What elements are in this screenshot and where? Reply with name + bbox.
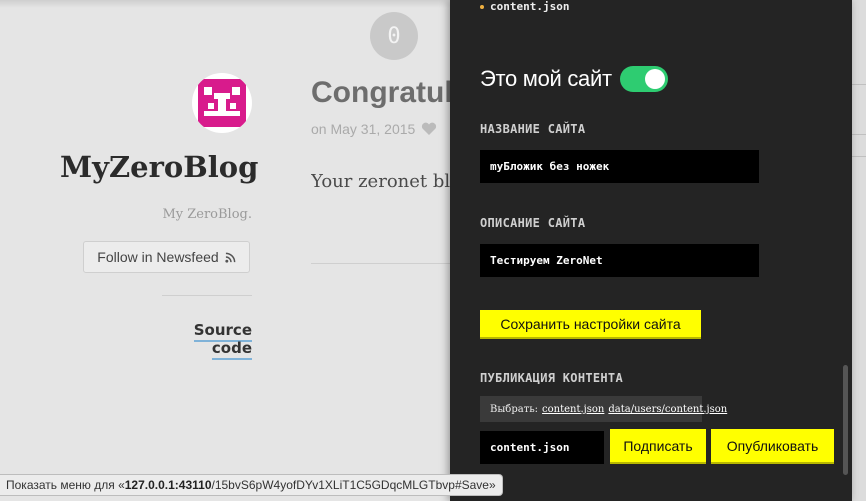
modified-dot-icon (480, 4, 484, 9)
sign-button[interactable]: Подписать (610, 429, 706, 462)
status-host: 127.0.0.1:43110 (124, 478, 212, 492)
sidebar-scrollbar[interactable] (843, 365, 848, 475)
source-code-label: Source code (193, 321, 252, 360)
browser-status-bar: Показать меню для «127.0.0.1:43110/15bvS… (0, 474, 503, 496)
status-prefix: Показать меню для « (6, 478, 125, 492)
own-site-label: Это мой сайт (480, 66, 612, 91)
content-choose-box: Выбрать: content.json data/users/content… (480, 396, 727, 422)
publish-file-input[interactable]: content.json (480, 431, 604, 464)
toggle-knob (644, 69, 665, 89)
post-body: Your zeronet blo (311, 171, 451, 192)
post-divider (311, 263, 451, 264)
site-description: My ZeroBlog. (162, 207, 252, 222)
heart-icon[interactable] (421, 122, 437, 136)
post-title[interactable]: Congratula (311, 76, 461, 110)
publish-button[interactable]: Опубликовать (711, 429, 834, 462)
source-code-link[interactable]: Source code (152, 321, 252, 360)
site-settings-sidebar: content.json Это мой сайт НАЗВАНИЕ САЙТА… (450, 0, 852, 501)
own-site-toggle[interactable] (619, 66, 668, 92)
file-name: content.json (490, 0, 570, 13)
site-name-input[interactable]: myБложик без ножек (480, 150, 759, 183)
identicon-icon (192, 73, 252, 133)
publish-content-label: ПУБЛИКАЦИЯ КОНТЕНТА (480, 371, 623, 385)
own-site-row: Это мой сайт (480, 66, 668, 92)
site-description-label: ОПИСАНИЕ САЙТА (480, 216, 586, 230)
file-list-item[interactable]: content.json (480, 0, 569, 13)
rss-icon (225, 252, 236, 263)
background-edge (852, 0, 866, 501)
post-date: on May 31, 2015 (311, 121, 416, 137)
site-title[interactable]: MyZeroBlog (60, 150, 258, 184)
site-description-input[interactable]: Тестируем ZeroNet (480, 244, 759, 277)
save-settings-button[interactable]: Сохранить настройки сайта (480, 310, 701, 337)
site-name-label: НАЗВАНИЕ САЙТА (480, 122, 586, 136)
follow-label: Follow in Newsfeed (97, 249, 219, 265)
choose-prefix: Выбрать: (490, 403, 539, 415)
menu-toggle-badge[interactable]: 0 (370, 12, 418, 60)
choose-users-content-json-link[interactable]: data/users/content.json (608, 404, 727, 415)
post-meta: on May 31, 2015 (311, 121, 437, 137)
follow-newsfeed-button[interactable]: Follow in Newsfeed (83, 241, 250, 273)
choose-content-json-link[interactable]: content.json (542, 404, 604, 415)
divider (162, 295, 252, 296)
status-path: /15bvS6pW4yofDYv1XLiT1C5GDqcMLGTbvp#Save… (211, 478, 496, 492)
avatar[interactable] (192, 73, 252, 133)
